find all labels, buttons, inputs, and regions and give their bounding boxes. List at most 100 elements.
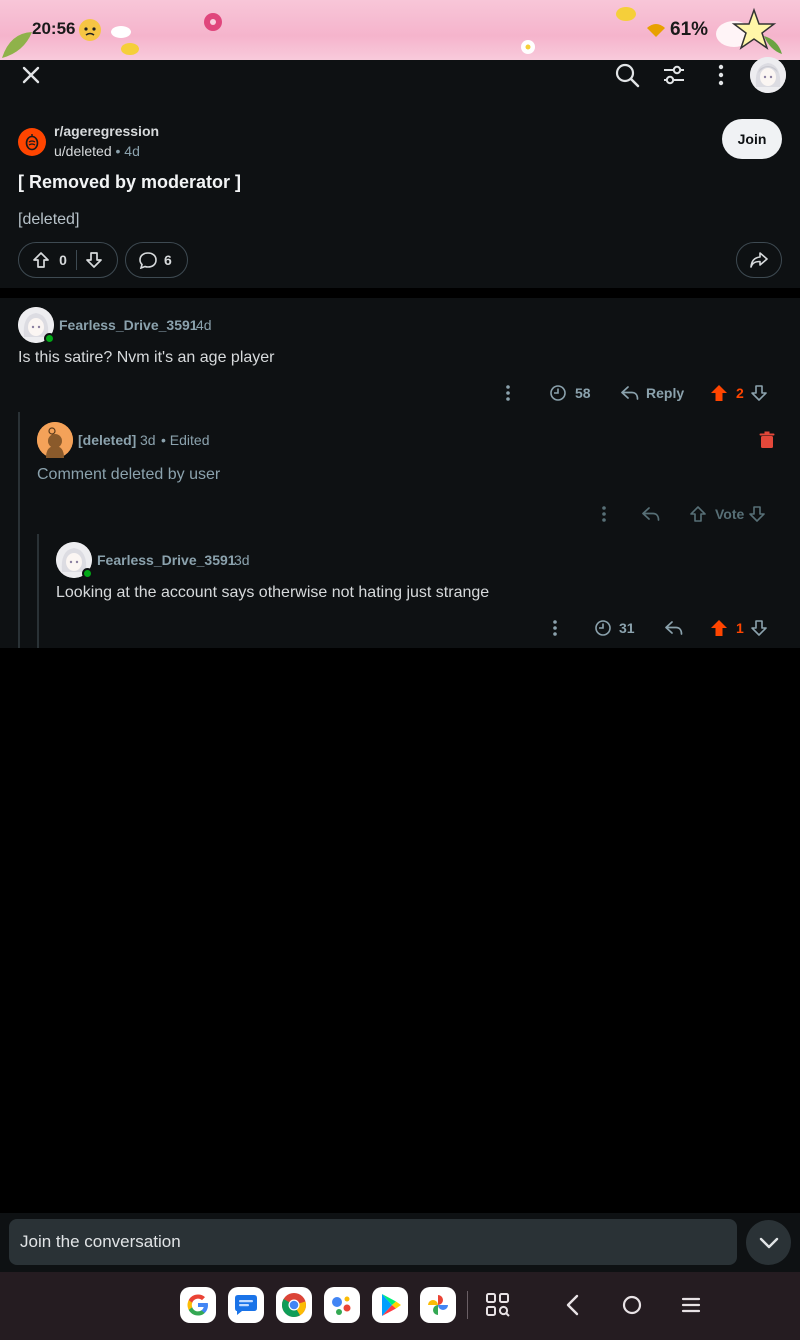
post-comments-button[interactable]: 6: [125, 242, 188, 278]
join-button[interactable]: Join: [722, 119, 782, 159]
post-upvote-button[interactable]: [32, 251, 50, 269]
photos-icon: [428, 1295, 448, 1315]
composer-bar: Join the conversation: [0, 1213, 800, 1272]
more-vertical-icon: [602, 506, 606, 522]
more-vertical-icon: [506, 385, 510, 401]
comment-composer-input[interactable]: Join the conversation: [9, 1219, 737, 1265]
app-drawer-button[interactable]: [480, 1287, 516, 1323]
delete-button[interactable]: [759, 431, 775, 449]
play-store-app-button[interactable]: [372, 1287, 408, 1323]
emoji-sticker-icon: [79, 19, 101, 41]
close-icon: [22, 66, 40, 84]
post-meta: u/deleted • 4d: [54, 143, 140, 159]
comment-avatar[interactable]: [56, 542, 93, 579]
comment-edited: • Edited: [161, 432, 210, 448]
comment-body: Looking at the account says otherwise no…: [56, 584, 490, 601]
battery-level: 61%: [670, 19, 709, 40]
daisy-sticker-icon: [521, 40, 535, 54]
upvote-filled-icon: [711, 620, 727, 636]
comment-vote-disabled: Vote: [689, 505, 766, 523]
post-body: [deleted]: [18, 211, 80, 228]
system-nav-bar: [0, 1272, 800, 1340]
comment-awards-count: 58: [575, 385, 591, 401]
back-button[interactable]: [554, 1287, 590, 1323]
upvote-icon: [33, 252, 49, 268]
filter-icon: [664, 65, 684, 85]
comment-upvote-button[interactable]: 2: [710, 384, 744, 402]
filter-button[interactable]: [656, 57, 692, 93]
comment-more-button[interactable]: [552, 619, 558, 637]
messages-icon: [235, 1295, 257, 1315]
comment-score: 2: [736, 385, 744, 401]
home-button[interactable]: [614, 1287, 650, 1323]
section-divider: [0, 288, 800, 298]
comment-avatar[interactable]: [37, 422, 73, 458]
close-button[interactable]: [13, 57, 49, 93]
google-app-button[interactable]: [180, 1287, 216, 1323]
comment-icon: [139, 252, 157, 269]
comment-body: Is this satire? Nvm it's an age player: [18, 349, 275, 366]
comment-username[interactable]: Fearless_Drive_3591: [97, 552, 236, 568]
post-downvote-button[interactable]: [85, 251, 103, 269]
reply-icon: [642, 507, 660, 521]
recents-menu-icon: [681, 1297, 701, 1313]
post-card: r/ageregression u/deleted • 4d Join [ Re…: [0, 110, 800, 288]
clock-icon: [595, 620, 611, 636]
post-author[interactable]: u/deleted: [54, 143, 112, 159]
app-bar: [0, 60, 800, 110]
google-icon: [187, 1294, 208, 1316]
assistant-icon: [332, 1296, 351, 1315]
clock-icon: [550, 385, 566, 401]
avatar-icon: [750, 57, 786, 93]
recents-button[interactable]: [673, 1287, 709, 1323]
chrome-icon: [281, 1293, 306, 1318]
comment-more-button[interactable]: [505, 384, 511, 402]
messages-app-button[interactable]: [228, 1287, 264, 1323]
share-button[interactable]: [736, 242, 782, 278]
more-options-button[interactable]: [703, 57, 739, 93]
photos-app-button[interactable]: [420, 1287, 456, 1323]
upvote-filled-icon: [711, 385, 727, 401]
assistant-app-button[interactable]: [324, 1287, 360, 1323]
reply-icon: [665, 621, 683, 635]
subreddit-logo-icon: [25, 134, 39, 151]
comment-reply-button[interactable]: Reply: [620, 384, 684, 402]
comment-username: [deleted]: [78, 432, 137, 448]
comment-downvote-button[interactable]: [750, 384, 768, 402]
vote-label: Vote: [715, 506, 745, 522]
downvote-icon: [749, 506, 766, 522]
reply-icon: [621, 386, 639, 400]
back-chevron-icon: [566, 1294, 579, 1316]
subreddit-name[interactable]: r/ageregression: [54, 123, 159, 139]
comment-username[interactable]: Fearless_Drive_3591: [59, 317, 198, 333]
comment-reply-button[interactable]: [664, 619, 684, 637]
upvote-icon: [690, 506, 706, 522]
comment-more-button[interactable]: [601, 505, 607, 523]
reply-label: Reply: [646, 385, 685, 401]
post-vote-pill: 0: [18, 242, 118, 278]
nav-separator: [467, 1291, 468, 1319]
comment-upvote-button[interactable]: 1: [710, 619, 744, 637]
comment-age: 3d: [140, 432, 156, 448]
profile-avatar[interactable]: [750, 57, 786, 93]
search-button[interactable]: [609, 57, 645, 93]
collapse-button[interactable]: [746, 1220, 791, 1265]
comment-awards-button[interactable]: 31: [594, 619, 635, 637]
status-bar: 20:56 61%: [0, 0, 800, 60]
trash-icon: [759, 431, 775, 448]
coin-sticker-icon-2: [616, 7, 636, 21]
wifi-icon: [647, 24, 665, 37]
comment-awards-button[interactable]: 58: [549, 384, 591, 402]
star-sticker-icon: [716, 7, 782, 54]
comments-section: Fearless_Drive_3591 4d Is this satire? N…: [0, 298, 800, 648]
thread-line[interactable]: [18, 412, 20, 648]
downvote-icon: [751, 620, 767, 636]
comment-downvote-button[interactable]: [750, 619, 768, 637]
flower-sticker-icon: [204, 13, 222, 31]
thread-line[interactable]: [37, 534, 39, 648]
subreddit-icon[interactable]: [18, 128, 46, 156]
online-indicator: [44, 333, 55, 344]
chrome-app-button[interactable]: [276, 1287, 312, 1323]
cloud-sticker-icon: [111, 26, 131, 38]
comment-avatar[interactable]: [18, 307, 55, 344]
